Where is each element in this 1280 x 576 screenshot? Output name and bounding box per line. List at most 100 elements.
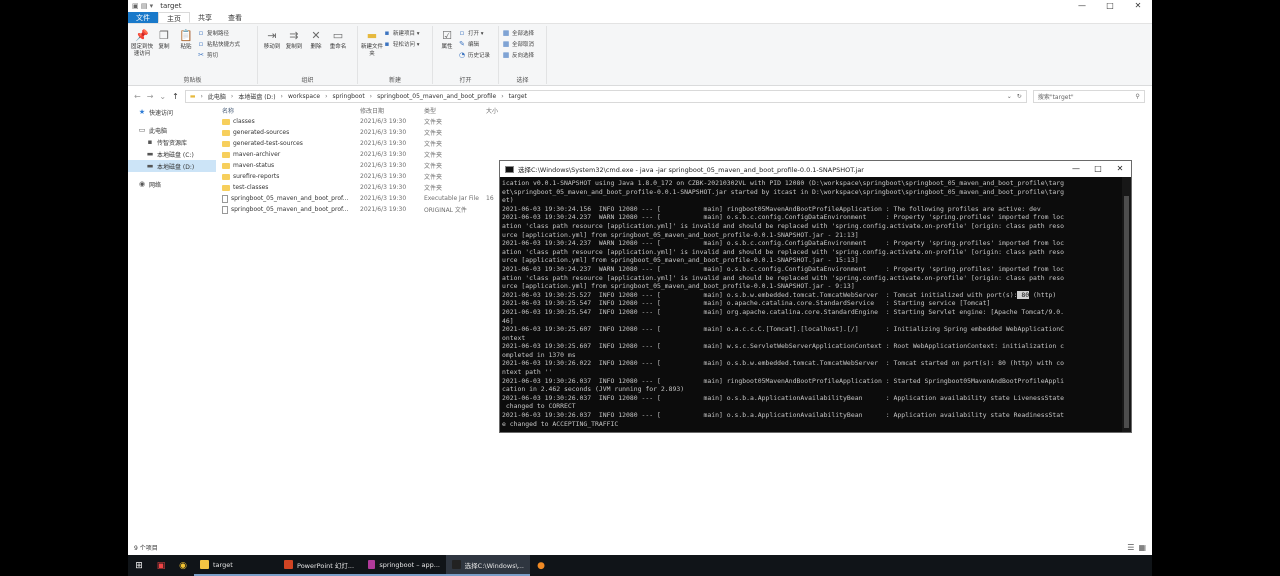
column-size[interactable]: 大小 <box>486 106 526 115</box>
console-line: 2021-06-03 19:30:26.037 INFO 12080 --- [… <box>502 376 1064 385</box>
taskbar-app[interactable]: 选择C:\Windows\... <box>446 555 530 576</box>
console-line: 46] <box>502 316 514 325</box>
large-icons-view-icon[interactable]: ▦ <box>1138 543 1146 552</box>
tab-view[interactable]: 查看 <box>220 12 250 23</box>
quick-access-toolbar[interactable]: ▣ ▤ ▾ <box>132 2 153 10</box>
file-row[interactable]: maven-archiver 2021/6/3 19:30 文件夹 <box>220 149 780 160</box>
column-name[interactable]: 名称 <box>220 106 360 115</box>
file-name: surefire-reports <box>233 173 280 180</box>
breadcrumb-target[interactable]: target <box>509 93 527 100</box>
taskbar-app-icon <box>200 560 209 569</box>
sidebar-item[interactable]: ▪ 传智资源库 <box>128 136 216 148</box>
select-none-button[interactable]: ▦ 全部取消 <box>502 39 534 49</box>
edit-button[interactable]: ✎ 编辑 <box>458 39 490 49</box>
details-view-icon[interactable]: ☰ <box>1127 543 1134 552</box>
nav-icon: ★ <box>138 108 146 116</box>
sidebar-item[interactable]: ▭ 此电脑 <box>128 124 216 136</box>
file-name-cell: surefire-reports <box>220 173 360 180</box>
easy-access-button[interactable]: ▪ 轻松访问 ▾ <box>383 39 420 49</box>
console-line: changed to CORRECT <box>502 402 576 411</box>
chevron-down-icon[interactable]: ⌄ <box>159 92 166 101</box>
new-item-button[interactable]: ▪ 新建项目 ▾ <box>383 28 420 38</box>
open-button[interactable]: ▫ 打开 ▾ <box>458 28 490 38</box>
taskbar-app[interactable]: springboot – app... <box>362 555 446 576</box>
taskbar-app-label: PowerPoint 幻灯... <box>297 561 355 570</box>
bilibili-watermark: bilibili <box>1000 520 1099 550</box>
cmd-close-button[interactable]: ✕ <box>1109 161 1131 177</box>
address-dropdown-icon[interactable]: ⌄ <box>1007 93 1012 100</box>
search-box[interactable]: 搜索"target" ⚲ <box>1032 89 1145 103</box>
sidebar-item[interactable]: ★ 快速访问 <box>128 106 216 118</box>
cmd-scrollbar[interactable] <box>1122 177 1131 432</box>
select-all-button[interactable]: ▦ 全部选择 <box>502 28 534 38</box>
file-row[interactable]: classes 2021/6/3 19:30 文件夹 <box>220 116 780 127</box>
invert-selection-button[interactable]: ▦ 反向选择 <box>502 50 534 60</box>
file-name-cell: generated-sources <box>220 129 360 136</box>
taskbar-app-icon <box>452 560 461 569</box>
open-icon: ▫ <box>459 29 465 37</box>
history-icon: ◔ <box>458 51 466 59</box>
copy-path-button[interactable]: ▫ 复制路径 <box>197 28 240 38</box>
file-name-cell: classes <box>220 118 360 125</box>
tab-file[interactable]: 文件 <box>128 12 158 23</box>
window-title: target <box>160 2 182 10</box>
search-placeholder: 搜索"target" <box>1037 93 1074 101</box>
maximize-button[interactable]: □ <box>1096 0 1124 12</box>
close-button[interactable]: ✕ <box>1124 0 1152 12</box>
file-row[interactable]: generated-test-sources 2021/6/3 19:30 文件夹 <box>220 138 780 149</box>
select-all-icon: ▦ <box>502 29 510 37</box>
minimize-button[interactable]: — <box>1068 0 1096 12</box>
copy-to-icon: ⇉ <box>289 28 299 42</box>
back-arrow-icon[interactable]: ← <box>134 92 141 101</box>
cmd-maximize-button[interactable]: □ <box>1087 161 1109 177</box>
copy-path-icon: ▫ <box>198 29 204 37</box>
cmd-minimize-button[interactable]: — <box>1065 161 1087 177</box>
tab-home[interactable]: 主页 <box>158 12 190 23</box>
taskbar-app[interactable]: PowerPoint 幻灯... <box>278 555 362 576</box>
paste-shortcut-button[interactable]: ▫ 粘贴快捷方式 <box>197 39 240 49</box>
console-line: 2021-06-03 19:30:25.547 INFO 12080 --- [… <box>502 307 1064 316</box>
status-item-count: 9 个项目 <box>134 545 158 552</box>
view-toggles: ☰ ▦ <box>1127 543 1146 552</box>
breadcrumb-workspace[interactable]: workspace <box>288 93 320 100</box>
folder-icon: ▬ <box>189 92 196 100</box>
up-arrow-icon[interactable]: ↑ <box>172 92 179 101</box>
console-line: 2021-06-03 19:30:25.547 INFO 12080 --- [… <box>502 299 991 308</box>
app-icon-orange[interactable]: ● <box>530 555 552 576</box>
app-icon-1[interactable]: ▣ <box>150 555 172 576</box>
sidebar-item[interactable]: ▬ 本地磁盘 (D:) <box>128 160 216 172</box>
forward-arrow-icon[interactable]: → <box>147 92 154 101</box>
tab-share[interactable]: 共享 <box>190 12 220 23</box>
windows-start-icon[interactable]: ⊞ <box>128 561 150 571</box>
breadcrumb-drive-d[interactable]: 本地磁盘 (D:) <box>238 92 275 101</box>
new-item-icon: ▪ <box>384 29 390 37</box>
console-line: 2021-06-03 19:30:24.237 WARN 12080 --- [… <box>502 264 1064 273</box>
address-bar[interactable]: ▬ › 此电脑 › 本地磁盘 (D:) › workspace › spring… <box>184 89 1027 103</box>
column-date[interactable]: 修改日期 <box>360 106 424 115</box>
sidebar-item[interactable]: ◉ 网络 <box>128 178 216 190</box>
file-name: classes <box>233 118 255 125</box>
cut-button[interactable]: ✂ 剪切 <box>197 50 240 60</box>
organize-group-label: 组织 <box>301 77 314 84</box>
easy-access-icon: ▪ <box>384 40 390 48</box>
breadcrumb-springboot[interactable]: springboot <box>332 93 364 100</box>
invert-selection-icon: ▦ <box>502 51 510 59</box>
taskbar: ⊞ ▣ ◉ target PowerPoint 幻灯... springboot –… <box>128 555 1152 576</box>
breadcrumb-this-pc[interactable]: 此电脑 <box>208 92 226 101</box>
taskbar-app[interactable]: target <box>194 555 278 576</box>
address-row: ← → ⌄ ↑ ▬ › 此电脑 › 本地磁盘 (D:) › workspace … <box>128 88 1152 104</box>
file-name-cell: maven-archiver <box>220 151 360 158</box>
console-line: et) <box>502 196 514 205</box>
chrome-icon[interactable]: ◉ <box>172 555 194 576</box>
refresh-icon[interactable]: ↻ <box>1017 93 1022 100</box>
column-type[interactable]: 类型 <box>424 106 486 115</box>
console-output[interactable]: ication v0.0.1-SNAPSHOT using Java 1.8.0… <box>500 177 1120 432</box>
file-name-cell: springboot_05_maven_and_boot_prof... <box>220 205 360 214</box>
sidebar-item-label: 传智资源库 <box>157 139 188 147</box>
console-line: 2021-06-03 19:30:26.037 INFO 12080 --- [… <box>502 411 1064 420</box>
sidebar-item[interactable]: ▬ 本地磁盘 (C:) <box>128 148 216 160</box>
cmd-scrollbar-thumb[interactable] <box>1124 196 1129 428</box>
history-button[interactable]: ◔ 历史记录 <box>458 50 490 60</box>
breadcrumb-project[interactable]: springboot_05_maven_and_boot_profile <box>377 93 496 100</box>
file-row[interactable]: generated-sources 2021/6/3 19:30 文件夹 <box>220 127 780 138</box>
